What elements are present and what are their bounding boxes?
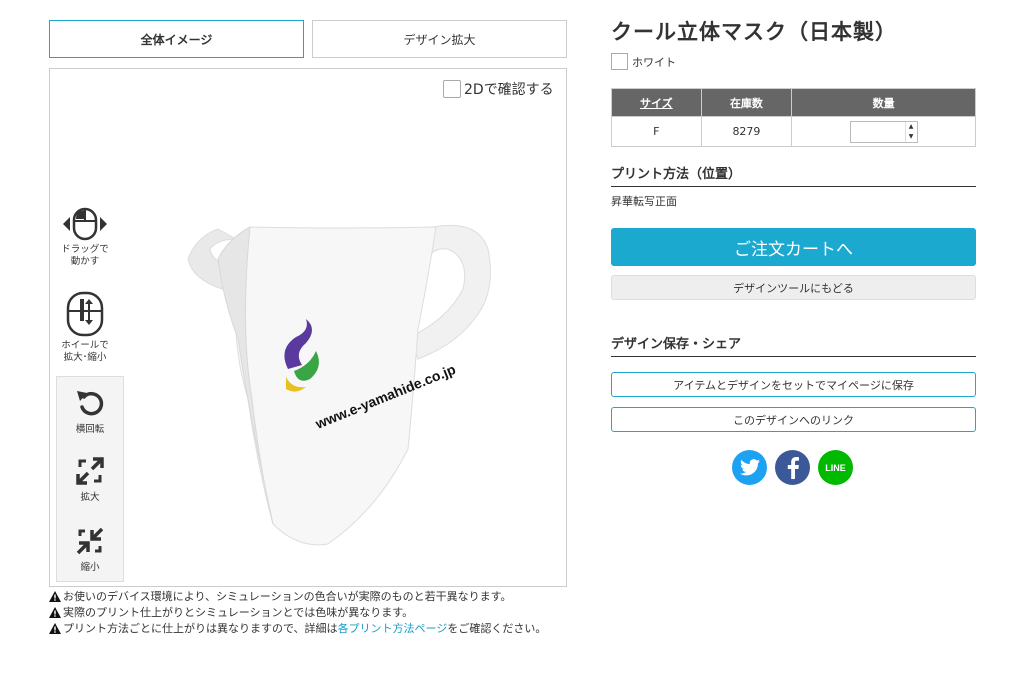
note-text: プリント方法ごとに仕上がりは異なりますので、詳細は各プリント方法ページをご確認く… bbox=[63, 623, 546, 636]
design-link-button[interactable]: このデザインへのリンク bbox=[611, 407, 976, 432]
zoom-in-label: 拡大 bbox=[80, 492, 100, 503]
print-method-heading: プリント方法（位置） bbox=[611, 163, 976, 187]
stock-header: 在庫数 bbox=[700, 88, 793, 117]
mask-3d-render: www.e-yamahide.co.jp bbox=[187, 224, 491, 546]
rotate-icon bbox=[77, 391, 104, 416]
color-label: ホワイト bbox=[632, 55, 676, 69]
wheel-hint-label: ホイールで 拡大･縮小 bbox=[61, 340, 109, 363]
warning-icon bbox=[49, 607, 63, 620]
mouse-drag-icon bbox=[63, 207, 107, 241]
note-item: 実際のプリント仕上がりとシミュレーションとでは色味が異なります。 bbox=[49, 607, 567, 620]
chevron-down-icon[interactable]: ▼ bbox=[906, 132, 917, 142]
zoom-in-button[interactable]: 拡大 bbox=[57, 457, 123, 503]
back-to-design-tool-button[interactable]: デザインツールにもどる bbox=[611, 275, 976, 300]
note-text-part: をご確認ください。 bbox=[447, 622, 547, 635]
check-2d-toggle[interactable]: 2Dで確認する bbox=[443, 79, 554, 99]
check-2d-checkbox[interactable] bbox=[443, 80, 461, 98]
facebook-icon bbox=[787, 456, 799, 479]
rotate-label: 横回転 bbox=[75, 424, 105, 435]
qty-header: 数量 bbox=[791, 88, 976, 117]
notes: お使いのデバイス環境により、シミュレーションの色合いが実際のものと若干異なります… bbox=[49, 591, 567, 639]
save-to-mypage-button[interactable]: アイテムとデザインをセットでマイページに保存 bbox=[611, 372, 976, 397]
wheel-hint: ホイールで 拡大･縮小 bbox=[54, 291, 116, 364]
size-cell: F bbox=[611, 116, 702, 147]
size-header-link[interactable]: サイズ bbox=[611, 88, 702, 117]
tab-full-image[interactable]: 全体イメージ bbox=[49, 20, 304, 58]
note-text-part: プリント方法ごとに仕上がりは異なりますので、詳細は bbox=[63, 622, 338, 635]
product-title: クール立体マスク（日本製） bbox=[611, 20, 897, 44]
tab-design-zoom[interactable]: デザイン拡大 bbox=[312, 20, 567, 58]
twitter-icon bbox=[739, 459, 760, 476]
quantity-input[interactable]: ▲ ▼ bbox=[849, 120, 918, 143]
line-share-button[interactable]: LINE bbox=[818, 450, 853, 485]
note-item: プリント方法ごとに仕上がりは異なりますので、詳細は各プリント方法ページをご確認く… bbox=[49, 623, 567, 636]
mouse-wheel-icon bbox=[66, 291, 104, 337]
note-text: お使いのデバイス環境により、シミュレーションの色合いが実際のものと若干異なります… bbox=[63, 590, 512, 603]
warning-icon bbox=[49, 591, 63, 604]
product-design-page: 全体イメージ デザイン拡大 2Dで確認する ドラッグで 動かす ホイールで 拡大… bbox=[0, 0, 1024, 680]
stock-table: サイズ 在庫数 数量 F 8279 ▲ ▼ bbox=[611, 88, 976, 147]
color-option-white[interactable]: ホワイト bbox=[611, 53, 676, 70]
note-text: 実際のプリント仕上がりとシミュレーションとでは色味が異なります。 bbox=[63, 606, 414, 619]
check-2d-label: 2Dで確認する bbox=[464, 82, 554, 98]
print-method-link[interactable]: 各プリント方法ページ bbox=[338, 622, 448, 635]
rotate-button[interactable]: 横回転 bbox=[57, 389, 123, 435]
print-method-value: 昇華転写正面 bbox=[611, 195, 677, 208]
drag-hint-label: ドラッグで 動かす bbox=[61, 244, 109, 267]
twitter-share-button[interactable] bbox=[732, 450, 767, 485]
expand-icon bbox=[76, 457, 104, 485]
zoom-out-button[interactable]: 縮小 bbox=[57, 527, 123, 573]
drag-hint: ドラッグで 動かす bbox=[54, 207, 116, 268]
view-control-panel: 横回転 拡大 縮小 bbox=[56, 376, 124, 582]
3d-viewer[interactable]: 2Dで確認する ドラッグで 動かす ホイールで 拡大･縮小 横回転 拡大 縮小 … bbox=[49, 68, 567, 587]
zoom-out-label: 縮小 bbox=[80, 562, 100, 573]
note-item: お使いのデバイス環境により、シミュレーションの色合いが実際のものと若干異なります… bbox=[49, 591, 567, 604]
qty-cell: ▲ ▼ bbox=[791, 116, 976, 147]
save-share-heading: デザイン保存・シェア bbox=[611, 333, 976, 357]
table-row: F 8279 ▲ ▼ bbox=[611, 116, 976, 147]
quantity-stepper[interactable]: ▲ ▼ bbox=[904, 121, 917, 142]
compress-icon bbox=[76, 527, 104, 555]
warning-icon bbox=[49, 623, 63, 636]
line-icon: LINE bbox=[825, 462, 846, 473]
color-swatch[interactable] bbox=[611, 53, 628, 70]
order-cart-button[interactable]: ご注文カートへ bbox=[611, 228, 976, 266]
chevron-up-icon[interactable]: ▲ bbox=[906, 122, 917, 132]
facebook-share-button[interactable] bbox=[775, 450, 810, 485]
stock-cell: 8279 bbox=[700, 116, 793, 147]
table-header-row: サイズ 在庫数 数量 bbox=[611, 88, 976, 117]
